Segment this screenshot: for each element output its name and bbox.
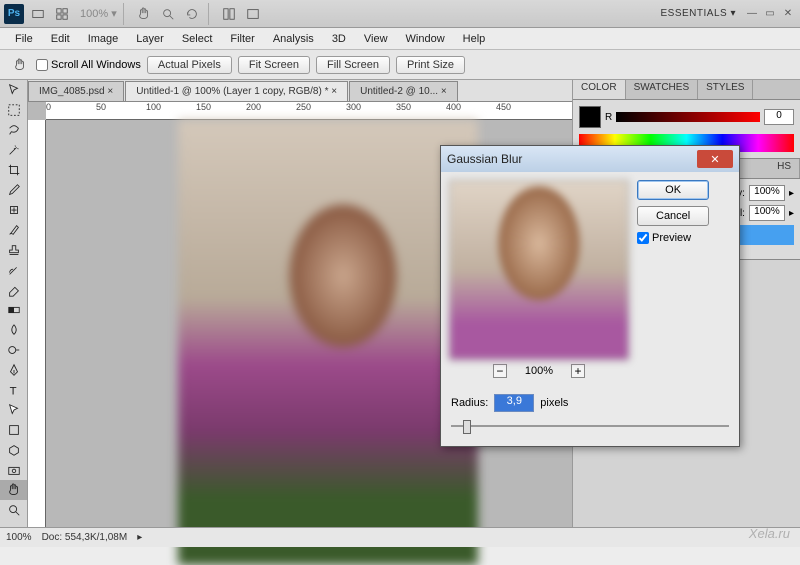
hand-icon[interactable]	[134, 4, 154, 24]
tool-preset-icon[interactable]	[10, 55, 30, 75]
scroll-all-checkbox[interactable]: Scroll All Windows	[36, 59, 141, 71]
status-zoom[interactable]: 100%	[6, 532, 32, 543]
status-doc: Doc: 554,3K/1,08M	[42, 532, 128, 543]
zoom-in-button[interactable]: +	[571, 364, 585, 378]
maximize-button[interactable]: ▭	[762, 7, 778, 21]
options-bar: Scroll All Windows Actual Pixels Fit Scr…	[0, 50, 800, 80]
radius-unit: pixels	[540, 397, 568, 409]
menu-edit[interactable]: Edit	[42, 31, 79, 47]
print-size-button[interactable]: Print Size	[396, 56, 465, 74]
camera-tool[interactable]	[0, 460, 27, 480]
horizontal-ruler: 0 50 100 150 200 250 300 350 400 450	[46, 102, 572, 120]
crop-tool[interactable]	[0, 160, 27, 180]
app-logo: Ps	[4, 4, 24, 24]
menu-help[interactable]: Help	[454, 31, 495, 47]
menu-bar: File Edit Image Layer Select Filter Anal…	[0, 28, 800, 50]
3d-tool[interactable]	[0, 440, 27, 460]
workspace-switcher[interactable]: ESSENTIALS ▾	[661, 8, 737, 19]
marquee-tool[interactable]	[0, 100, 27, 120]
panel-tab-styles[interactable]: STYLES	[698, 80, 753, 99]
dialog-titlebar[interactable]: Gaussian Blur ✕	[441, 146, 739, 172]
panel-tab-swatches[interactable]: SWATCHES	[626, 80, 699, 99]
tools-panel: T	[0, 80, 28, 547]
gradient-tool[interactable]	[0, 300, 27, 320]
preview-checkbox[interactable]: Preview	[637, 232, 709, 244]
title-zoom[interactable]: 100% ▾	[80, 7, 117, 20]
document-tab[interactable]: Untitled-2 @ 10... ×	[349, 81, 458, 101]
brush-tool[interactable]	[0, 220, 27, 240]
zoom-icon[interactable]	[158, 4, 178, 24]
eraser-tool[interactable]	[0, 280, 27, 300]
minimize-button[interactable]: —	[744, 7, 760, 21]
panel-tab-extra[interactable]: HS	[769, 159, 800, 178]
radius-label: Radius:	[451, 397, 488, 409]
canvas-image[interactable]	[178, 120, 478, 565]
actual-pixels-button[interactable]: Actual Pixels	[147, 56, 232, 74]
foreground-swatch[interactable]	[579, 106, 601, 128]
healing-tool[interactable]	[0, 200, 27, 220]
menu-image[interactable]: Image	[79, 31, 128, 47]
ok-button[interactable]: OK	[637, 180, 709, 200]
panel-tab-color[interactable]: COLOR	[573, 80, 626, 99]
r-slider[interactable]	[616, 112, 760, 122]
type-tool[interactable]: T	[0, 380, 27, 400]
fill-value[interactable]: 100%	[749, 205, 785, 221]
r-value[interactable]: 0	[764, 109, 794, 125]
blur-tool[interactable]	[0, 320, 27, 340]
hand-tool[interactable]	[0, 480, 27, 500]
rotate-icon[interactable]	[182, 4, 202, 24]
menu-analysis[interactable]: Analysis	[264, 31, 323, 47]
radius-input[interactable]: 3,9	[494, 394, 534, 412]
fit-screen-button[interactable]: Fit Screen	[238, 56, 310, 74]
dodge-tool[interactable]	[0, 340, 27, 360]
menu-window[interactable]: Window	[397, 31, 454, 47]
move-tool[interactable]	[0, 80, 27, 100]
shape-tool[interactable]	[0, 420, 27, 440]
zoom-tool[interactable]	[0, 500, 27, 520]
bridge-icon[interactable]	[28, 4, 48, 24]
menu-file[interactable]: File	[6, 31, 42, 47]
menu-select[interactable]: Select	[173, 31, 222, 47]
fill-screen-button[interactable]: Fill Screen	[316, 56, 390, 74]
opacity-value[interactable]: 100%	[749, 185, 785, 201]
document-tab[interactable]: IMG_4085.psd ×	[28, 81, 124, 101]
blur-preview[interactable]	[449, 180, 629, 360]
document-tabs: IMG_4085.psd × Untitled-1 @ 100% (Layer …	[28, 80, 572, 102]
dialog-title: Gaussian Blur	[447, 152, 522, 166]
wand-tool[interactable]	[0, 140, 27, 160]
screen-mode-icon[interactable]	[243, 4, 263, 24]
zoom-out-button[interactable]: −	[493, 364, 507, 378]
cancel-button[interactable]: Cancel	[637, 206, 709, 226]
status-bar: 100% Doc: 554,3K/1,08M ▸	[0, 527, 800, 547]
close-button[interactable]: ✕	[780, 7, 796, 21]
eyedropper-tool[interactable]	[0, 180, 27, 200]
vertical-ruler	[28, 120, 46, 547]
stamp-tool[interactable]	[0, 240, 27, 260]
document-tab[interactable]: Untitled-1 @ 100% (Layer 1 copy, RGB/8) …	[125, 81, 348, 101]
radius-slider[interactable]	[451, 418, 729, 434]
menu-3d[interactable]: 3D	[323, 31, 355, 47]
gaussian-blur-dialog: Gaussian Blur ✕ − 100% + OK Cancel Previ…	[440, 145, 740, 447]
lasso-tool[interactable]	[0, 120, 27, 140]
menu-view[interactable]: View	[355, 31, 397, 47]
dialog-close-button[interactable]: ✕	[697, 150, 733, 168]
menu-layer[interactable]: Layer	[127, 31, 173, 47]
title-bar: Ps 100% ▾ ESSENTIALS ▾ — ▭ ✕	[0, 0, 800, 28]
pen-tool[interactable]	[0, 360, 27, 380]
history-brush-tool[interactable]	[0, 260, 27, 280]
arrange-icon[interactable]	[219, 4, 239, 24]
preview-zoom: 100%	[525, 365, 553, 377]
path-tool[interactable]	[0, 400, 27, 420]
history-icon[interactable]	[52, 4, 72, 24]
watermark: Xela.ru	[749, 526, 790, 541]
menu-filter[interactable]: Filter	[221, 31, 263, 47]
svg-text:T: T	[9, 385, 16, 397]
